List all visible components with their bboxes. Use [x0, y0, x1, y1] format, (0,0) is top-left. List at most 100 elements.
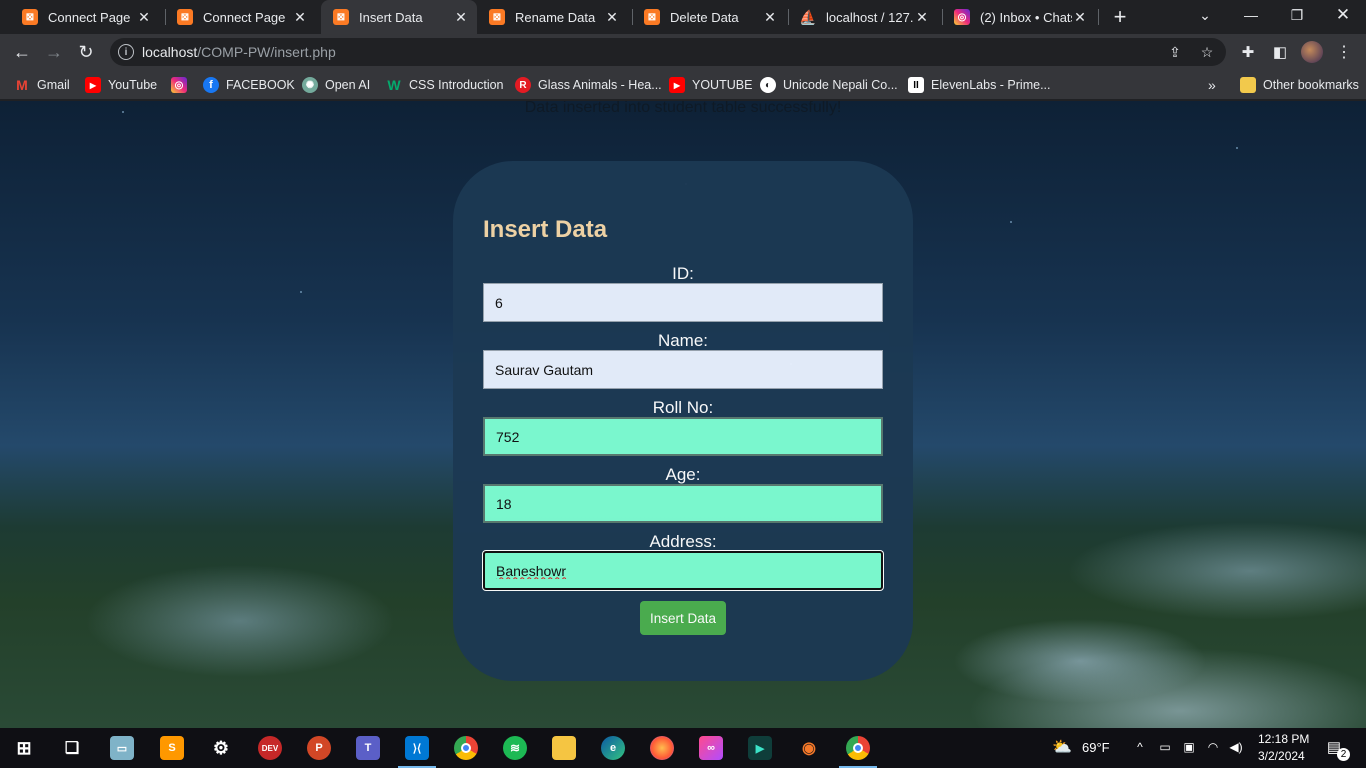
firefox-icon[interactable]	[650, 736, 674, 760]
age-field[interactable]	[483, 484, 883, 523]
record-icon: R	[515, 77, 531, 93]
spotify-icon[interactable]: ≋	[503, 736, 527, 760]
forward-icon[interactable]: →	[42, 40, 66, 64]
xampp-icon: ⊠	[22, 9, 38, 25]
menu-icon[interactable]: ⋮	[1332, 40, 1356, 64]
close-tab-icon[interactable]: ✕	[136, 9, 152, 25]
bookmark-glass-animals[interactable]: R Glass Animals - Hea...	[515, 75, 662, 95]
windows-taskbar: ⊞ ❏ ▭ S ⚙ DEV P T ⟩⟨ ≋ e ∞ ▶ ◉ ⛅ 69°F ^ …	[0, 728, 1366, 768]
creative-cloud-icon[interactable]: ∞	[699, 736, 723, 760]
tab-title: (2) Inbox • Chats	[980, 9, 1072, 25]
show-hidden-icons[interactable]: ^	[1132, 739, 1148, 755]
instagram-icon: ◎	[954, 9, 970, 25]
bookmark-other-bookmarks[interactable]: Other bookmarks	[1240, 75, 1359, 95]
bookmark-css-introduction[interactable]: W CSS Introduction	[386, 75, 503, 95]
folder-icon	[1240, 77, 1256, 93]
blender-icon[interactable]: ◉	[797, 736, 821, 760]
sublime-text-icon[interactable]: S	[160, 736, 184, 760]
bookmark-unicode-nepali[interactable]: ◐ Unicode Nepali Co...	[760, 75, 898, 95]
id-label: ID:	[672, 264, 694, 283]
more-bookmarks-icon[interactable]: »	[1208, 75, 1216, 95]
chrome-icon[interactable]	[454, 736, 478, 760]
close-tab-icon[interactable]: ✕	[292, 9, 308, 25]
notifications-count: 2	[1337, 748, 1350, 761]
bookmark-star-icon[interactable]: ☆	[1198, 43, 1216, 61]
minimize-icon[interactable]: —	[1228, 0, 1274, 30]
volume-icon[interactable]: ◀)	[1228, 739, 1244, 755]
reload-icon[interactable]: ↻	[74, 40, 98, 64]
globe-icon: ◐	[760, 77, 776, 93]
vscode-icon[interactable]: ⟩⟨	[405, 736, 429, 760]
weather-icon[interactable]: ⛅	[1050, 739, 1074, 756]
back-icon[interactable]: ←	[10, 40, 34, 64]
name-label: Name:	[657, 331, 709, 350]
start-icon[interactable]: ⊞	[12, 736, 36, 760]
weather-temp[interactable]: 69°F	[1082, 740, 1110, 755]
form-title: Insert Data	[483, 216, 608, 243]
tab-connect-page-1[interactable]: ⊠ Connect Page ✕	[10, 0, 160, 34]
wifi-icon[interactable]: ◠	[1205, 739, 1221, 755]
tab-insert-data[interactable]: ⊠ Insert Data ✕	[321, 0, 477, 34]
tab-delete-data[interactable]: ⊠ Delete Data ✕	[632, 0, 786, 34]
new-tab-icon[interactable]: +	[1108, 4, 1132, 29]
bookmark-openai[interactable]: ✺ Open AI	[302, 75, 370, 95]
settings-icon[interactable]: ⚙	[209, 736, 233, 760]
profile-avatar[interactable]	[1300, 40, 1324, 64]
url-text: localhost/COMP-PW/insert.php	[142, 44, 336, 60]
age-label: Age:	[665, 465, 701, 484]
close-tab-icon[interactable]: ✕	[762, 9, 778, 25]
clock-date[interactable]: 3/2/2024	[1258, 749, 1305, 763]
share-icon[interactable]: ⇪	[1166, 43, 1184, 61]
filmora-icon[interactable]: ▶	[748, 736, 772, 760]
task-view-icon[interactable]: ❏	[60, 736, 84, 760]
meet-now-icon[interactable]: ▣	[1181, 739, 1197, 755]
bookmark-elevenlabs[interactable]: II ElevenLabs - Prime...	[908, 75, 1051, 95]
bookmark-youtube[interactable]: ▶ YouTube	[85, 75, 157, 95]
xampp-icon: ⊠	[644, 9, 660, 25]
tab-instagram-inbox[interactable]: ◎ (2) Inbox • Chats ✕	[942, 0, 1096, 34]
battery-icon[interactable]: ▭	[1157, 739, 1173, 755]
side-panel-icon[interactable]: ◧	[1268, 40, 1292, 64]
powerpoint-icon[interactable]: P	[307, 736, 331, 760]
roll-no-label: Roll No:	[652, 398, 714, 417]
youtube-icon: ▶	[669, 77, 685, 93]
tab-title: Rename Data	[515, 9, 596, 25]
name-field[interactable]	[483, 350, 883, 389]
roll-no-field[interactable]	[483, 417, 883, 456]
tab-title: Connect Page	[48, 9, 131, 25]
bookmark-facebook[interactable]: f FACEBOOK	[203, 75, 295, 95]
tab-rename-data[interactable]: ⊠ Rename Data ✕	[477, 0, 628, 34]
xampp-icon: ⊠	[489, 9, 505, 25]
site-info-icon[interactable]: i	[118, 44, 134, 60]
tab-connect-page-2[interactable]: ⊠ Connect Page ✕	[165, 0, 316, 34]
clock-time[interactable]: 12:18 PM	[1258, 732, 1309, 746]
id-field[interactable]	[483, 283, 883, 322]
address-field[interactable]	[483, 551, 883, 590]
address-bar[interactable]: i localhost/COMP-PW/insert.php ⇪ ☆	[110, 38, 1226, 66]
restore-icon[interactable]: ❐	[1274, 0, 1320, 30]
youtube-icon: ▶	[85, 77, 101, 93]
close-window-icon[interactable]: ✕	[1320, 0, 1366, 30]
tab-search-icon[interactable]: ⌄	[1182, 0, 1228, 30]
extensions-icon[interactable]: ✚	[1236, 40, 1260, 64]
notepad-icon[interactable]: ▭	[110, 736, 134, 760]
close-tab-icon[interactable]: ✕	[453, 9, 469, 25]
bookmark-instagram[interactable]: ◎	[171, 75, 194, 95]
teams-icon[interactable]: T	[356, 736, 380, 760]
w3schools-icon: W	[387, 77, 401, 93]
gmail-icon: M	[16, 77, 28, 93]
xampp-icon: ⊠	[177, 9, 193, 25]
bookmark-youtube-2[interactable]: ▶ YOUTUBE	[669, 75, 752, 95]
devcpp-icon[interactable]: DEV	[258, 736, 282, 760]
chrome-active-icon[interactable]	[846, 736, 870, 760]
elevenlabs-icon: II	[908, 77, 924, 93]
close-tab-icon[interactable]: ✕	[1072, 9, 1088, 25]
bookmark-gmail[interactable]: M Gmail	[14, 75, 70, 95]
close-tab-icon[interactable]: ✕	[914, 9, 930, 25]
tab-phpmyadmin[interactable]: ⛵ localhost / 127.0 ✕	[788, 0, 938, 34]
file-explorer-icon[interactable]	[552, 736, 576, 760]
close-tab-icon[interactable]: ✕	[604, 9, 620, 25]
browser-toolbar: ← → ↻ i localhost/COMP-PW/insert.php ⇪ ☆…	[0, 34, 1366, 70]
edge-icon[interactable]: e	[601, 736, 625, 760]
insert-data-button[interactable]: Insert Data	[640, 601, 726, 635]
